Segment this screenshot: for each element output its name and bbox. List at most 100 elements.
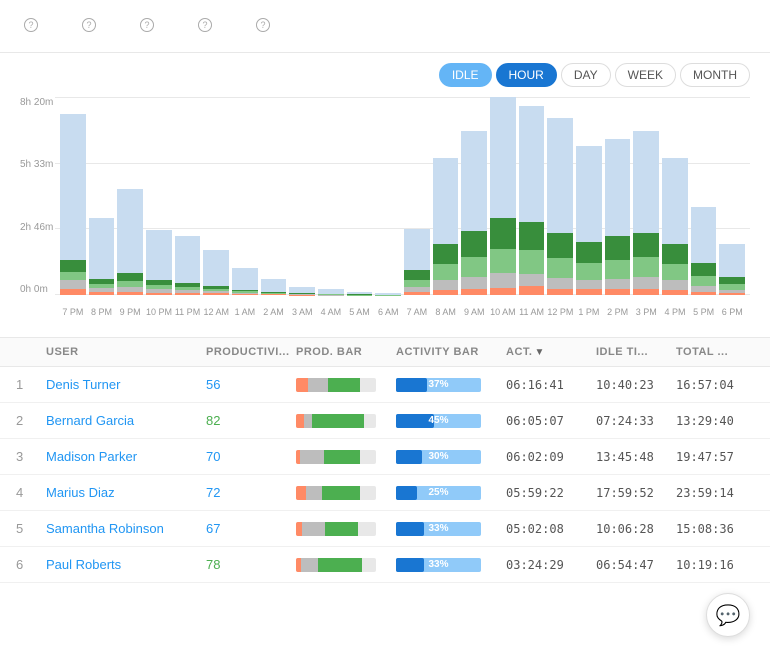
bar-group[interactable] — [662, 97, 688, 295]
productivity-score-cell: 56 — [206, 377, 296, 392]
idle-time-help-icon[interactable]: ? — [198, 18, 212, 32]
activity-bar-cell: 37% — [396, 378, 506, 392]
table-row: 2 Bernard Garcia 82 45% 06:05:07 07:24:3… — [0, 403, 770, 439]
y-label-mid: 5h 33m — [20, 159, 53, 170]
toggle-month-btn[interactable]: MONTH — [680, 63, 750, 87]
bar-group[interactable] — [375, 97, 401, 295]
user-name-link[interactable]: Marius Diaz — [46, 485, 206, 500]
row-number: 2 — [16, 413, 46, 428]
x-label: 10 PM — [146, 307, 172, 317]
x-label: 7 AM — [404, 307, 430, 317]
toggle-hour-btn[interactable]: HOUR — [496, 63, 557, 87]
bar-group[interactable] — [117, 97, 143, 295]
activity-bar-cell: 45% — [396, 414, 506, 428]
x-label: 11 AM — [519, 307, 545, 317]
total-time-cell: 13:29:40 — [676, 414, 756, 428]
total-time-help-icon[interactable]: ? — [256, 18, 270, 32]
stat-activity-ratio-label: ? — [136, 18, 154, 32]
prod-bar-cell — [296, 558, 396, 572]
x-label: 9 AM — [461, 307, 487, 317]
active-time-cell: 06:05:07 — [506, 414, 596, 428]
x-label: 1 AM — [232, 307, 258, 317]
prod-bar-cell — [296, 450, 396, 464]
chat-button[interactable]: 💬 — [706, 593, 750, 637]
x-label: 9 PM — [117, 307, 143, 317]
productivity-score-cell: 78 — [206, 557, 296, 572]
toggle-idle-btn[interactable]: IDLE — [439, 63, 492, 87]
active-time-help-icon[interactable]: ? — [82, 18, 96, 32]
y-label-top: 8h 20m — [20, 97, 53, 108]
productivity-help-icon[interactable]: ? — [24, 18, 38, 32]
table-row: 4 Marius Diaz 72 25% 05:59:22 17:59:52 2… — [0, 475, 770, 511]
toggle-week-btn[interactable]: WEEK — [615, 63, 676, 87]
x-label: 3 AM — [289, 307, 315, 317]
th-act-time[interactable]: ACT. ▼ — [506, 346, 596, 358]
bar-group[interactable] — [605, 97, 631, 295]
x-label: 12 AM — [203, 307, 229, 317]
th-activity-bar: ACTIVITY BAR — [396, 346, 506, 358]
table-row: 1 Denis Turner 56 37% 06:16:41 10:40:23 … — [0, 367, 770, 403]
bar-group[interactable] — [289, 97, 315, 295]
main-container: ? ? ? — [0, 0, 770, 657]
th-num — [16, 346, 46, 358]
active-time-cell: 05:59:22 — [506, 486, 596, 500]
stat-activity-ratio: ? — [136, 18, 154, 36]
bar-group[interactable] — [175, 97, 201, 295]
idle-time-cell: 07:24:33 — [596, 414, 676, 428]
activity-ratio-help-icon[interactable]: ? — [140, 18, 154, 32]
bar-group[interactable] — [404, 97, 430, 295]
toggle-day-btn[interactable]: DAY — [561, 63, 611, 87]
bar-group[interactable] — [232, 97, 258, 295]
bar-group[interactable] — [633, 97, 659, 295]
stat-active-time: ? — [78, 18, 96, 36]
total-time-cell: 23:59:14 — [676, 486, 756, 500]
th-total-time: TOTAL ... — [676, 346, 756, 358]
bar-group[interactable] — [347, 97, 373, 295]
bar-group[interactable] — [433, 97, 459, 295]
idle-time-cell: 06:54:47 — [596, 558, 676, 572]
prod-bar-cell — [296, 414, 396, 428]
activity-bar-cell: 33% — [396, 522, 506, 536]
bar-group[interactable] — [719, 97, 745, 295]
bar-group[interactable] — [261, 97, 287, 295]
x-label: 6 PM — [719, 307, 745, 317]
x-label: 8 AM — [433, 307, 459, 317]
bar-group[interactable] — [547, 97, 573, 295]
bar-group[interactable] — [146, 97, 172, 295]
table-row: 3 Madison Parker 70 30% 06:02:09 13:45:4… — [0, 439, 770, 475]
stat-total-time: ? — [252, 18, 270, 36]
bar-group[interactable] — [691, 97, 717, 295]
x-label: 4 AM — [318, 307, 344, 317]
total-time-cell: 10:19:16 — [676, 558, 756, 572]
th-productivity: PRODUCTIVI... — [206, 346, 296, 358]
x-label: 2 PM — [605, 307, 631, 317]
chart-inner: 7 PM8 PM9 PM10 PM11 PM12 AM1 AM2 AM3 AM4… — [55, 97, 750, 317]
bar-group[interactable] — [519, 97, 545, 295]
chart-area: 8h 20m 5h 33m 2h 46m 0h 0m — [20, 97, 750, 317]
user-name-link[interactable]: Madison Parker — [46, 449, 206, 464]
total-time-cell: 15:08:36 — [676, 522, 756, 536]
x-label: 10 AM — [490, 307, 516, 317]
prod-bar-cell — [296, 522, 396, 536]
stat-idle-time: ? — [194, 18, 212, 36]
user-name-link[interactable]: Samantha Robinson — [46, 521, 206, 536]
bar-group[interactable] — [89, 97, 115, 295]
bars-container — [55, 97, 750, 295]
bar-group[interactable] — [318, 97, 344, 295]
total-time-cell: 16:57:04 — [676, 378, 756, 392]
x-label: 5 AM — [347, 307, 373, 317]
bar-group[interactable] — [576, 97, 602, 295]
bar-group[interactable] — [203, 97, 229, 295]
bar-group[interactable] — [490, 97, 516, 295]
bar-group[interactable] — [461, 97, 487, 295]
user-name-link[interactable]: Denis Turner — [46, 377, 206, 392]
stat-total-time-label: ? — [252, 18, 270, 32]
user-name-link[interactable]: Paul Roberts — [46, 557, 206, 572]
productivity-score-cell: 70 — [206, 449, 296, 464]
x-label: 7 PM — [60, 307, 86, 317]
bar-group[interactable] — [60, 97, 86, 295]
user-name-link[interactable]: Bernard Garcia — [46, 413, 206, 428]
stat-productivity-label: ? — [20, 18, 38, 32]
x-label: 3 PM — [633, 307, 659, 317]
table-section: USER PRODUCTIVI... PROD. BAR ACTIVITY BA… — [0, 337, 770, 583]
